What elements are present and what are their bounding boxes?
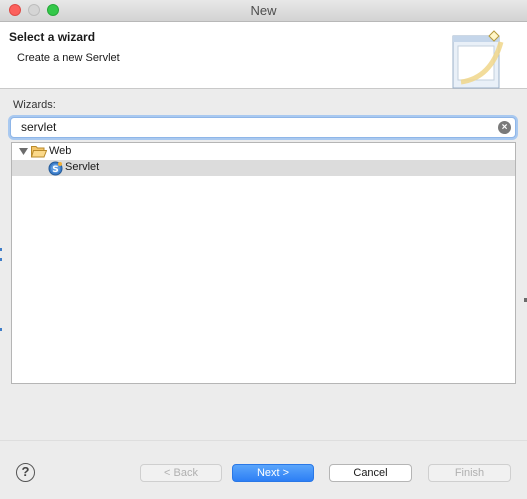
- filter-text[interactable]: servlet: [21, 120, 56, 134]
- back-button[interactable]: < Back: [140, 464, 222, 482]
- finish-button[interactable]: Finish: [428, 464, 511, 482]
- cancel-button[interactable]: Cancel: [329, 464, 412, 482]
- tree-item-web[interactable]: Web: [12, 144, 515, 160]
- wizard-header: Select a wizard Create a new Servlet: [0, 22, 527, 89]
- servlet-icon: S: [48, 161, 63, 176]
- wizards-label: Wizards:: [13, 99, 56, 111]
- footer-divider: [0, 440, 527, 441]
- wizard-tree[interactable]: Web S Servlet: [11, 142, 516, 384]
- folder-open-icon: [31, 146, 47, 158]
- background-window-edge: [0, 248, 2, 251]
- help-button[interactable]: ?: [16, 463, 35, 482]
- tree-item-label: Web: [49, 145, 72, 157]
- expand-arrow-icon[interactable]: [19, 148, 28, 156]
- background-window-edge: [0, 328, 2, 331]
- tree-item-label: Servlet: [65, 161, 100, 173]
- background-window-edge: [0, 258, 2, 261]
- title-bar[interactable]: New: [0, 0, 527, 22]
- clear-filter-icon[interactable]: ×: [498, 121, 511, 134]
- new-wizard-banner-icon: [452, 30, 504, 89]
- page-description: Create a new Servlet: [17, 52, 120, 64]
- page-title: Select a wizard: [9, 30, 96, 44]
- next-button[interactable]: Next >: [232, 464, 314, 482]
- svg-text:S: S: [52, 165, 58, 175]
- wizard-filter-input[interactable]: servlet ×: [10, 117, 516, 138]
- tree-item-servlet[interactable]: S Servlet: [12, 160, 515, 176]
- window-title: New: [250, 3, 277, 18]
